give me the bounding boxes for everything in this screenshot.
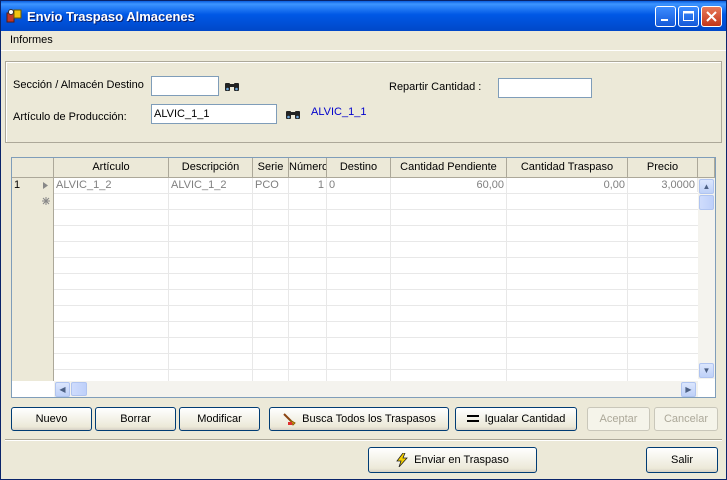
binoculars-icon[interactable]: [224, 80, 240, 92]
cancelar-button[interactable]: Cancelar: [654, 407, 718, 431]
column-header-articulo[interactable]: Artículo: [54, 158, 169, 178]
close-button[interactable]: [701, 6, 722, 27]
grid-corner: [12, 158, 54, 178]
app-icon: [6, 9, 22, 23]
articulo-input[interactable]: ALVIC_1_1: [151, 104, 277, 124]
grid-line: [54, 305, 698, 306]
column-header-pendiente[interactable]: Cantidad Pendiente: [391, 158, 507, 178]
scroll-down-button[interactable]: ▼: [699, 363, 714, 378]
window-title: Envio Traspaso Almacenes: [27, 9, 195, 24]
igualar-label: Igualar Cantidad: [484, 413, 566, 425]
column-header-traspaso[interactable]: Cantidad Traspaso: [507, 158, 628, 178]
cell-articulo[interactable]: ALVIC_1_2: [54, 178, 169, 192]
cell-precio[interactable]: 3,0000: [628, 178, 698, 192]
filter-panel: [5, 61, 722, 143]
grid-column-line: [252, 178, 253, 381]
minimize-button[interactable]: [655, 6, 676, 27]
grid-column-line: [390, 178, 391, 381]
menu-informes[interactable]: Informes: [10, 34, 53, 46]
salir-button[interactable]: Salir: [646, 447, 718, 473]
grid-line: [54, 241, 698, 242]
grid-line: [54, 321, 698, 322]
column-header-filler: [698, 158, 715, 178]
grid-line: [54, 273, 698, 274]
column-header-numero[interactable]: Número: [289, 158, 327, 178]
grid-line: [54, 225, 698, 226]
cell-traspaso[interactable]: 0,00: [507, 178, 628, 192]
cancelar-label: Cancelar: [663, 413, 709, 425]
seccion-label: Sección / Almacén Destino: [13, 79, 144, 91]
grid-column-line: [627, 178, 628, 381]
repartir-input[interactable]: [498, 78, 592, 98]
footer-separator: [5, 439, 722, 441]
igualar-cantidad-button[interactable]: Igualar Cantidad: [455, 407, 577, 431]
nuevo-label: Nuevo: [35, 413, 68, 425]
horizontal-scroll-thumb[interactable]: [71, 382, 87, 396]
main-window: Envio Traspaso Almacenes Informes Secció…: [0, 0, 727, 480]
column-header-descripcion[interactable]: Descripción: [169, 158, 253, 178]
traspaso-grid[interactable]: Artículo Descripción Serie Número Destin…: [11, 157, 716, 398]
cell-descripcion[interactable]: ALVIC_1_2: [169, 178, 253, 192]
title-bar[interactable]: Envio Traspaso Almacenes: [1, 1, 726, 31]
grid-line: [54, 209, 698, 210]
menu-bar: Informes: [1, 31, 726, 51]
close-icon: [706, 11, 717, 22]
borrar-button[interactable]: Borrar: [95, 407, 176, 431]
cell-pendiente[interactable]: 60,00: [391, 178, 507, 192]
vertical-scrollbar[interactable]: ▲ ▼: [698, 178, 715, 379]
busca-label: Busca Todos los Traspasos: [302, 413, 436, 425]
scroll-left-button[interactable]: ◀: [55, 382, 70, 397]
articulo-label: Artículo de Producción:: [13, 111, 127, 123]
cell-destino[interactable]: 0: [327, 178, 391, 192]
equals-icon: [466, 415, 479, 423]
vertical-scroll-thumb[interactable]: [699, 195, 714, 210]
binoculars-icon[interactable]: [285, 108, 301, 120]
row-pointer-icon: [43, 182, 48, 189]
grid-line: [54, 193, 698, 194]
salir-label: Salir: [670, 454, 693, 466]
grid-line: [54, 369, 698, 370]
column-header-destino[interactable]: Destino: [327, 158, 391, 178]
nuevo-button[interactable]: Nuevo: [11, 407, 92, 431]
grid-line: [54, 257, 698, 258]
column-header-serie[interactable]: Serie: [253, 158, 289, 178]
scroll-right-button[interactable]: ▶: [681, 382, 696, 397]
column-header-precio[interactable]: Precio: [628, 158, 698, 178]
broom-icon: [283, 413, 296, 426]
cell-serie[interactable]: PCO: [253, 178, 289, 192]
horizontal-scrollbar[interactable]: ◀ ▶: [54, 381, 698, 397]
cell-numero[interactable]: 1: [289, 178, 327, 192]
seccion-input[interactable]: [151, 76, 219, 96]
table-row[interactable]: 1 ALVIC_1_2 ALVIC_1_2 PCO 1 0 60,00 0,00…: [12, 178, 698, 193]
grid-line: [54, 353, 698, 354]
borrar-label: Borrar: [120, 413, 151, 425]
maximize-button[interactable]: [678, 6, 699, 27]
lightning-icon: [396, 453, 409, 468]
repartir-label: Repartir Cantidad :: [389, 81, 482, 93]
scroll-up-button[interactable]: ▲: [699, 179, 714, 194]
modificar-label: Modificar: [197, 413, 242, 425]
new-row-icon: [42, 197, 50, 205]
enviar-traspaso-button[interactable]: Enviar en Traspaso: [368, 447, 537, 473]
row-header-column: [12, 178, 54, 381]
aceptar-button[interactable]: Aceptar: [587, 407, 650, 431]
grid-column-line: [168, 178, 169, 381]
maximize-icon: [683, 11, 694, 21]
minimize-icon: [661, 19, 668, 21]
aceptar-label: Aceptar: [599, 413, 638, 425]
enviar-label: Enviar en Traspaso: [414, 454, 509, 466]
articulo-code: ALVIC_1_1: [311, 106, 367, 118]
grid-line: [54, 289, 698, 290]
grid-line: [54, 337, 698, 338]
grid-column-line: [506, 178, 507, 381]
grid-column-line: [326, 178, 327, 381]
busca-traspasos-button[interactable]: Busca Todos los Traspasos: [269, 407, 449, 431]
grid-column-line: [288, 178, 289, 381]
modificar-button[interactable]: Modificar: [179, 407, 260, 431]
